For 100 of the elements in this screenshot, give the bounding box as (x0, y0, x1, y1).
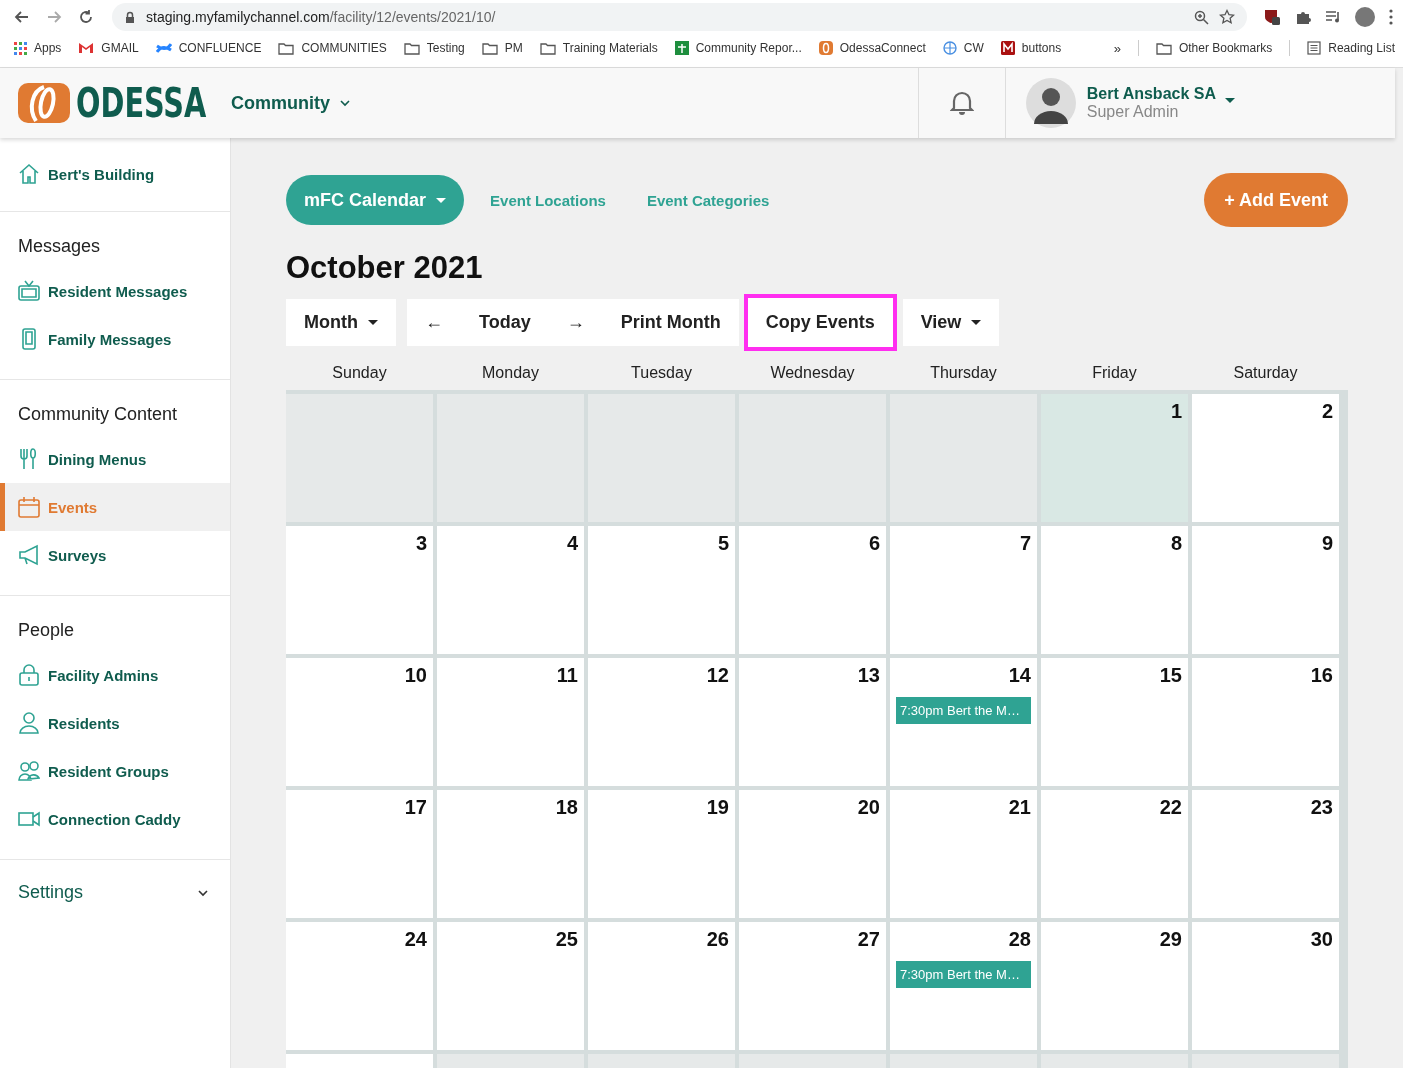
odessa-logo[interactable]: ODESSA (18, 80, 211, 126)
playlist-icon[interactable] (1325, 9, 1341, 25)
settings-menu[interactable]: Settings (0, 874, 230, 911)
weekday-label: Sunday (331, 363, 388, 383)
lock-icon (18, 664, 40, 686)
day-number: 6 (867, 532, 880, 555)
bookmark-link[interactable]: Community Repor... (674, 41, 802, 55)
folder-icon (481, 41, 498, 55)
bookmark-link[interactable]: buttons (1000, 41, 1062, 55)
more-icon[interactable] (1389, 9, 1393, 25)
day-number: 4 (565, 532, 578, 555)
sidebar-link[interactable]: Surveys (0, 531, 230, 579)
person-icon (18, 712, 40, 734)
spreadsheet-icon (674, 41, 689, 55)
weekday-label: Friday (1091, 363, 1138, 383)
bookmark-link[interactable]: Apps (14, 41, 62, 55)
bookmark-link[interactable]: CW (942, 41, 984, 55)
user-menu[interactable]: Bert Ansback SA Super Admin (1005, 78, 1395, 128)
chevron-down-icon (339, 99, 350, 107)
bookmark-link[interactable]: OdessaConnect (818, 41, 926, 55)
puzzle-icon[interactable] (1295, 9, 1311, 25)
bookmark-link[interactable]: Testing (403, 41, 465, 55)
folder-icon (539, 41, 556, 55)
logo-icon (818, 41, 833, 55)
weekday-label: Tuesday (630, 363, 693, 383)
sidebar-link[interactable]: Residents (0, 699, 230, 747)
sidebar-link[interactable]: Facility Admins (0, 651, 230, 699)
toolbar-button[interactable]: Print Month (602, 299, 739, 346)
weekday-label: Thursday (929, 363, 998, 383)
arrow-button[interactable]: → (548, 299, 603, 346)
letter-tile-icon (1000, 41, 1015, 55)
day-number: 2 (1320, 400, 1333, 423)
day-number: 26 (705, 928, 729, 951)
day-number: 17 (403, 796, 427, 819)
dropdown-button[interactable]: View (902, 299, 1000, 346)
day-number: 8 (1169, 532, 1182, 555)
day-number: 21 (1007, 796, 1031, 819)
caret-icon (368, 320, 378, 325)
bookmark-link[interactable]: CONFLUENCE (155, 41, 262, 55)
shield-icon[interactable] (1263, 8, 1281, 26)
caret-icon (971, 320, 982, 325)
lock-icon (124, 10, 136, 24)
bookmark-link[interactable]: COMMUNITIES (278, 41, 387, 55)
bookmark-link[interactable]: GMAIL (78, 41, 139, 55)
sidebar-link[interactable]: Resident Messages (0, 267, 230, 315)
toolbar-button[interactable]: Copy Events (743, 294, 897, 351)
url-text: staging.myfamilychannel.com/facility/12/events/2021/10/ (146, 9, 496, 25)
folder-icon (403, 41, 420, 55)
list-icon (1307, 41, 1322, 55)
day-number: 25 (554, 928, 578, 951)
overflow-button[interactable]: » (1113, 40, 1121, 56)
user-name: Bert Ansback SA (1086, 85, 1216, 103)
star-icon[interactable] (1219, 9, 1235, 25)
weekday-label: Monday (481, 363, 540, 383)
day-number: 1 (1169, 400, 1182, 423)
address-bar[interactable]: staging.myfamilychannel.com/facility/12/events/2021/10/ (112, 3, 1247, 31)
day-number: 27 (856, 928, 880, 951)
day-number: 9 (1320, 532, 1333, 555)
day-number: 23 (1309, 796, 1333, 819)
day-number: 12 (705, 664, 729, 687)
day-number: 16 (1309, 664, 1333, 687)
bell-icon (949, 90, 974, 116)
day-number: 13 (856, 664, 880, 687)
day-number: 3 (414, 532, 427, 555)
mail-icon (78, 41, 95, 55)
day-number: 22 (1158, 796, 1182, 819)
grid-icon (14, 41, 27, 55)
logo-mark-icon (18, 83, 70, 123)
toolbar-button[interactable]: Today (461, 299, 549, 346)
day-number: 29 (1158, 928, 1182, 951)
sidebar-link[interactable]: Connection Caddy (0, 795, 230, 843)
megaphone-icon (18, 544, 40, 566)
section-heading: Community Content (17, 403, 179, 426)
day-number: 7 (1018, 532, 1031, 555)
bookmark-link[interactable]: Training Materials (539, 41, 658, 55)
weekday-label: Wednesday (769, 363, 856, 383)
sidebar-link[interactable]: Family Messages (0, 315, 230, 363)
day-number: 11 (555, 664, 578, 687)
reload-icon[interactable] (78, 9, 94, 25)
sidebar-link[interactable]: Resident Groups (0, 747, 230, 795)
day-number: 20 (856, 796, 880, 819)
folder-icon (278, 41, 295, 55)
caret-icon (436, 197, 447, 203)
arrow-button[interactable]: ← (407, 299, 461, 346)
sidebar-link[interactable]: Bert's Building (0, 150, 230, 198)
profile-avatar[interactable] (1355, 7, 1375, 27)
zoom-icon[interactable] (1194, 9, 1209, 25)
bookmark-link[interactable]: Reading List (1307, 41, 1395, 55)
bookmark-link[interactable]: Other Bookmarks (1155, 41, 1273, 55)
day-number: 18 (554, 796, 578, 819)
notifications-button[interactable] (917, 68, 1006, 138)
avatar-icon (1025, 78, 1076, 128)
day-number: 5 (716, 532, 729, 555)
community-dropdown[interactable]: Community (230, 92, 350, 114)
home-icon (18, 163, 40, 185)
bookmark-link[interactable]: PM (481, 41, 523, 55)
sidebar-link[interactable]: Dining Menus (0, 435, 230, 483)
section-heading: People (17, 619, 76, 642)
back-icon[interactable] (14, 9, 30, 25)
dropdown-button[interactable]: Month (286, 299, 396, 346)
